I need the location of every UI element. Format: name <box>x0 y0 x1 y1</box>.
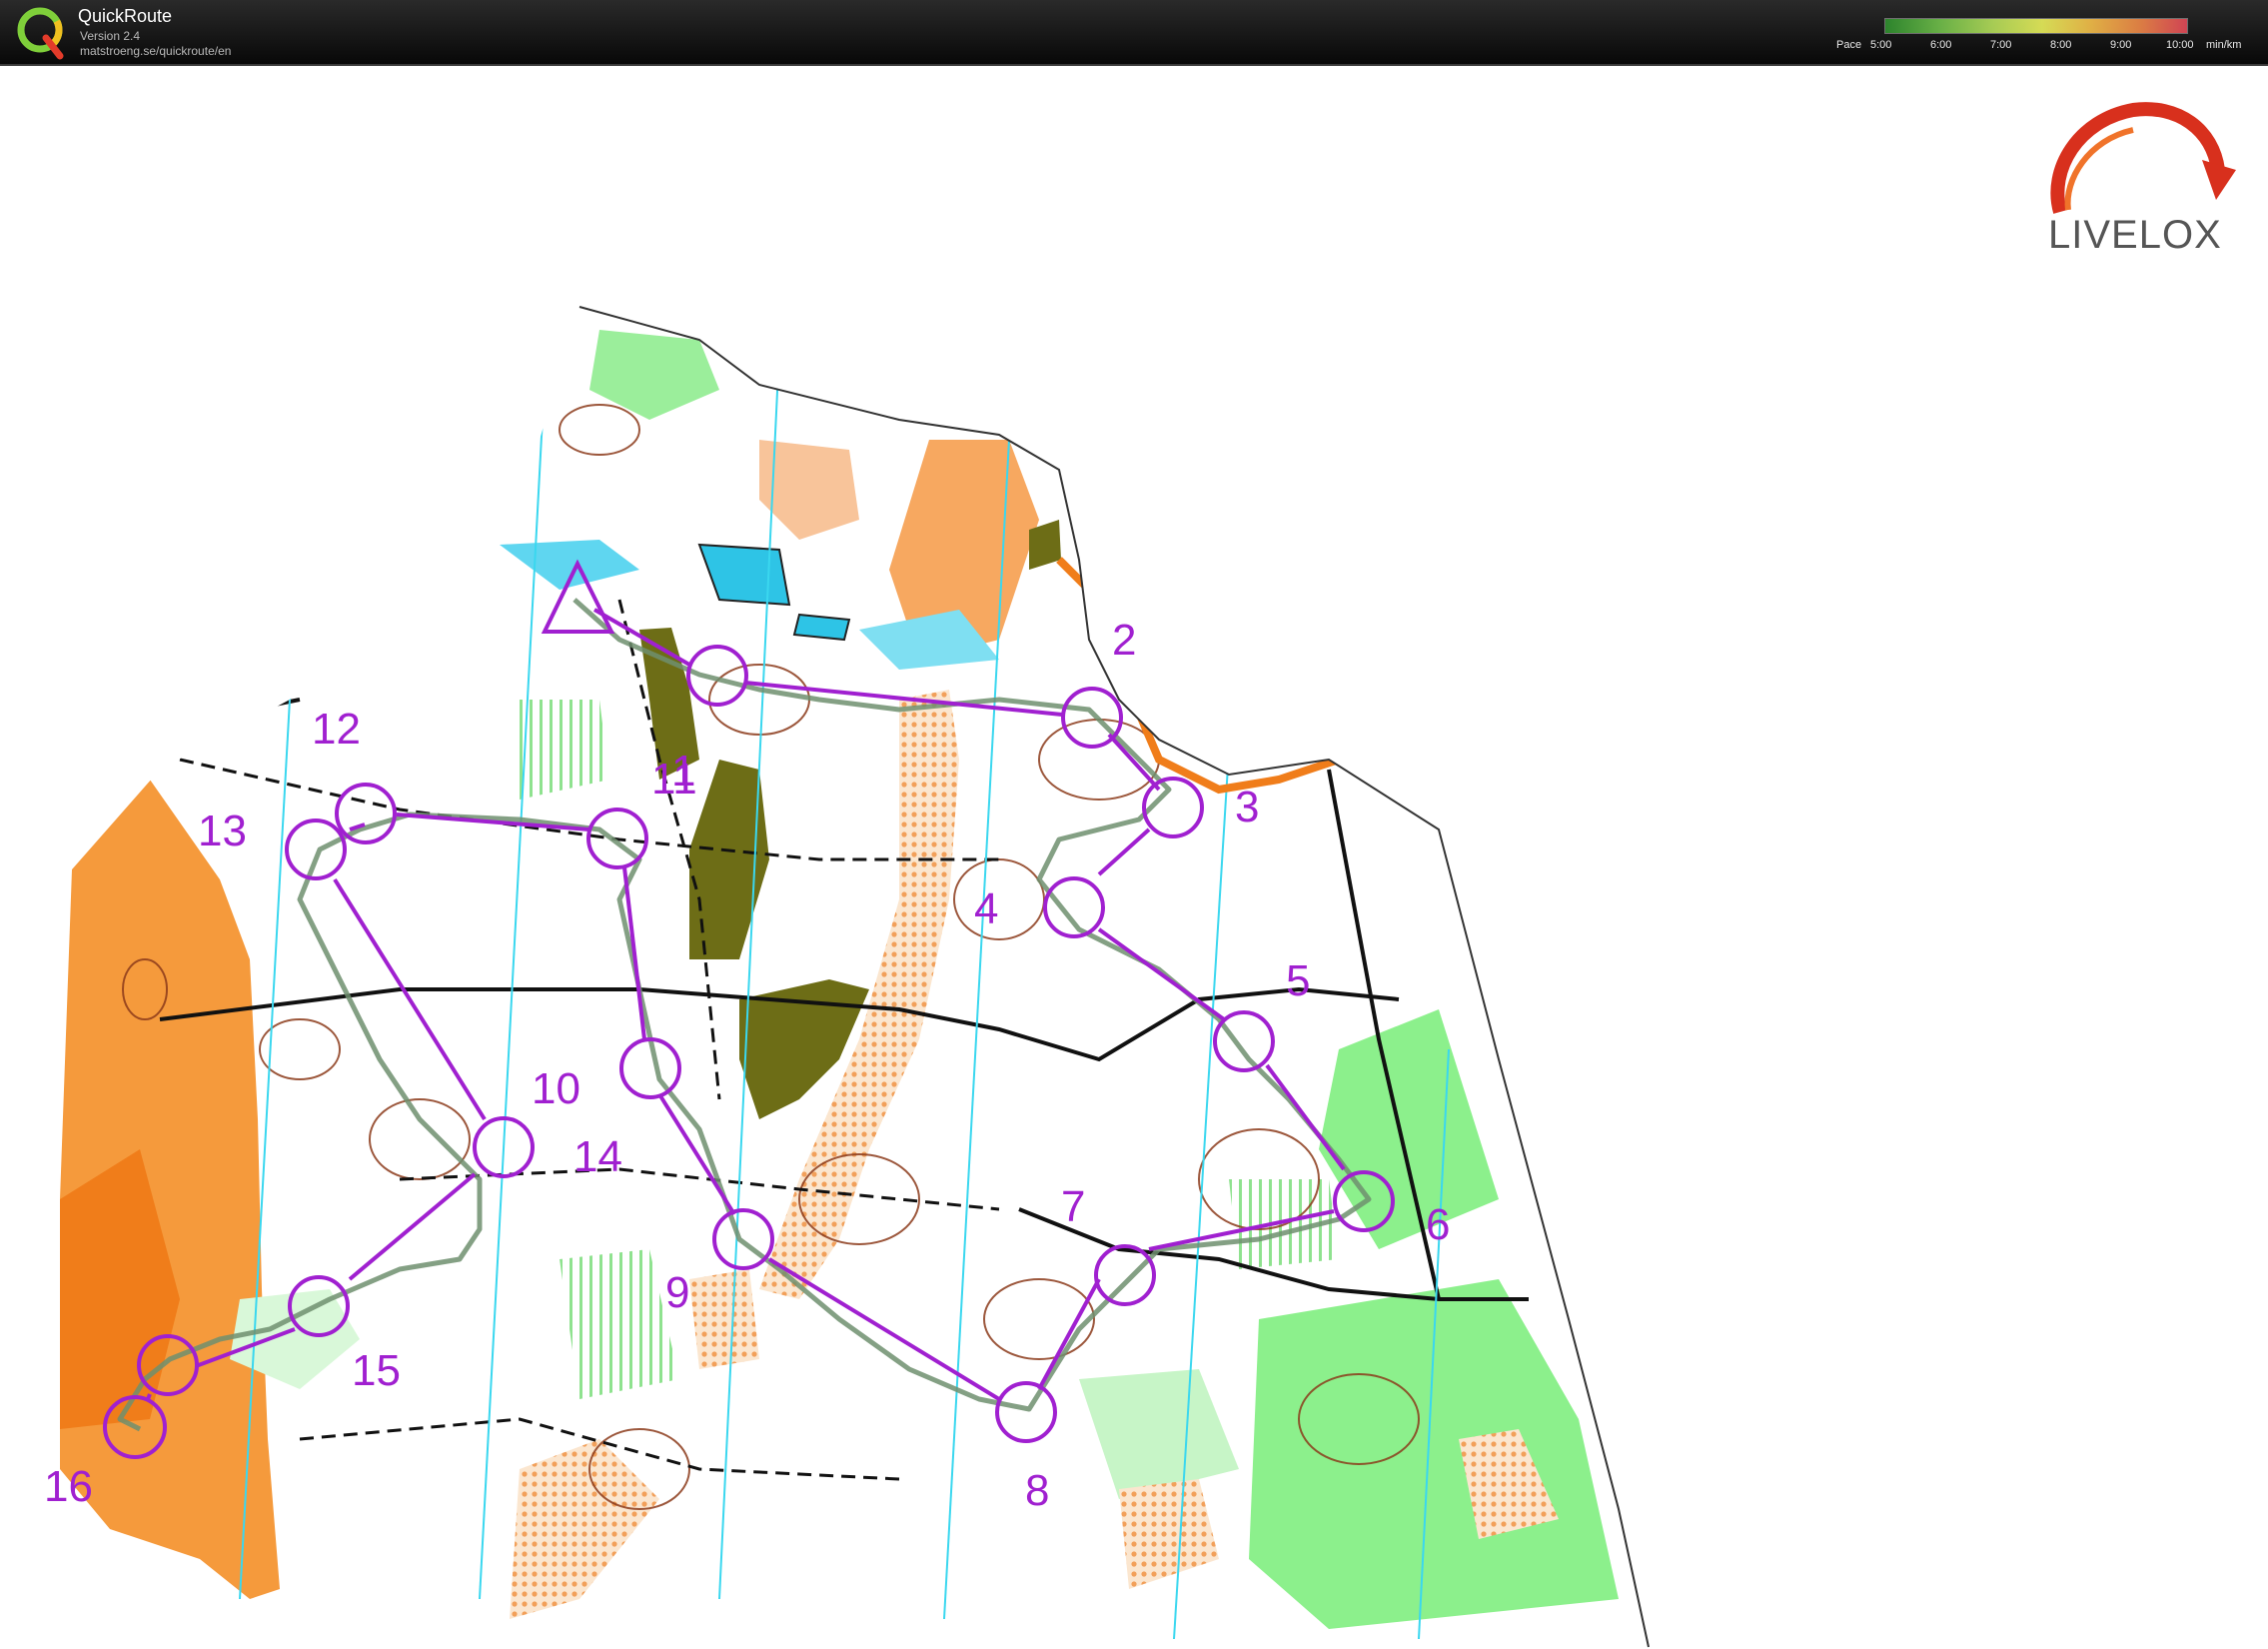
app-url[interactable]: matstroeng.se/quickroute/en <box>80 44 231 58</box>
control-number: 5 <box>1286 956 1310 1005</box>
control-number: 10 <box>532 1064 580 1113</box>
quickroute-logo-icon <box>17 7 64 60</box>
control-number: 13 <box>198 807 247 855</box>
control-number: 6 <box>1426 1200 1450 1249</box>
pace-legend: Pace 5:00 6:00 7:00 8:00 9:00 10:00 min/… <box>1828 14 2268 58</box>
control-number: 8 <box>1025 1466 1049 1515</box>
pace-unit: min/km <box>2206 39 2242 51</box>
control-number: 14 <box>573 1132 622 1181</box>
pace-tick: 6:00 <box>1930 39 1952 51</box>
app-header: QuickRoute Version 2.4 matstroeng.se/qui… <box>0 0 2268 66</box>
map-terrain <box>45 307 1649 1647</box>
app-version: Version 2.4 <box>80 29 141 43</box>
pace-tick: 8:00 <box>2050 39 2072 51</box>
orienteering-map[interactable]: 1 2 3 4 5 6 7 8 9 10 11 12 13 14 15 16 <box>0 66 2268 1649</box>
livelox-wordmark: LIVELOX <box>2048 213 2222 257</box>
control-number: 16 <box>44 1462 93 1511</box>
pace-tick: 9:00 <box>2110 39 2132 51</box>
control-number: 2 <box>1112 616 1136 665</box>
control-number: 12 <box>312 705 361 754</box>
pace-color-scale <box>1884 18 2188 34</box>
control-number: 9 <box>665 1268 689 1317</box>
pace-tick: 10:00 <box>2166 39 2194 51</box>
app-title: QuickRoute <box>78 6 173 26</box>
pace-legend-label: Pace <box>1836 39 1862 51</box>
control-number: 4 <box>974 884 998 933</box>
control-number: 7 <box>1061 1182 1085 1231</box>
control-number: 3 <box>1235 783 1259 831</box>
control-number: 11 <box>651 755 697 804</box>
control-number: 15 <box>352 1346 401 1395</box>
pace-tick: 5:00 <box>1870 39 1892 51</box>
pace-tick: 7:00 <box>1990 39 2012 51</box>
